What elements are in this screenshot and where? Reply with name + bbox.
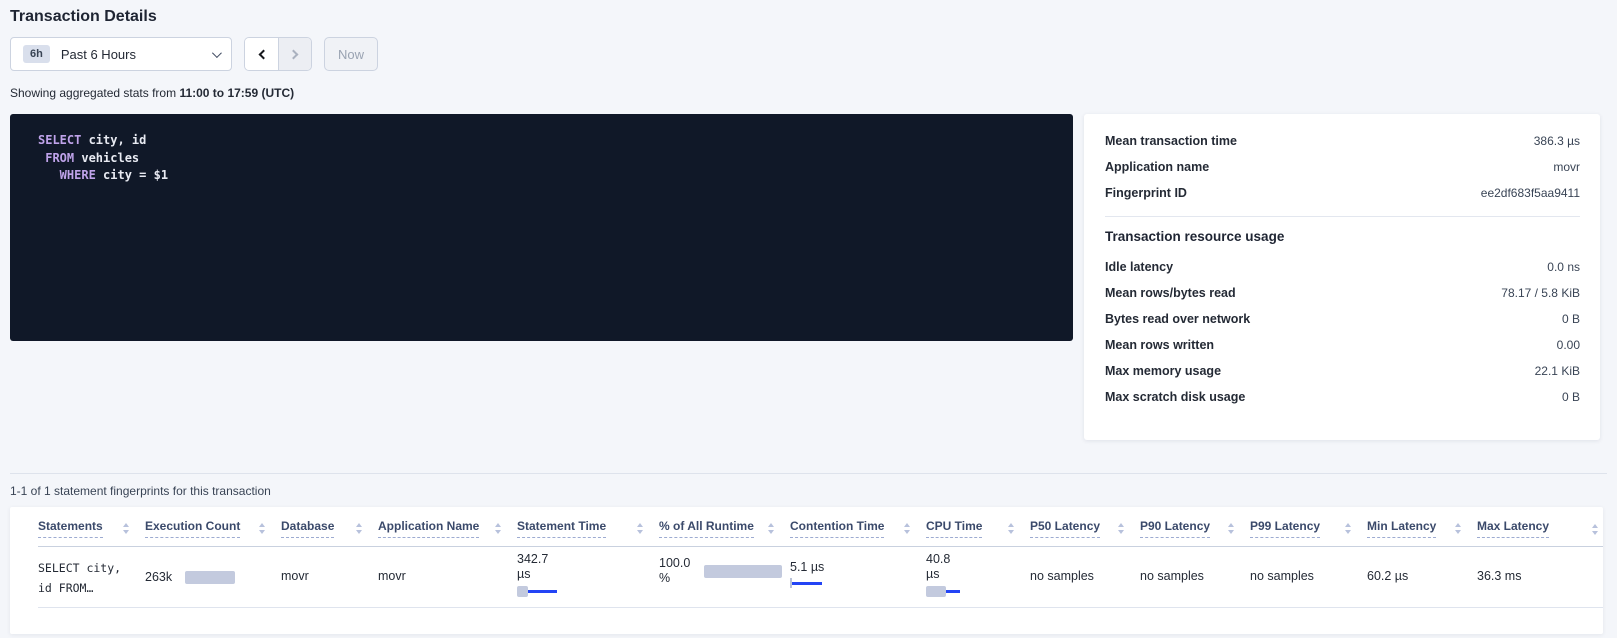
application-name-cell: movr — [378, 547, 517, 607]
summary-row-fingerprint-id: Fingerprint ID ee2df683f5aa9411 — [1105, 180, 1580, 206]
resource-row-max-scratch-disk-usage: Max scratch disk usage 0 B — [1105, 384, 1580, 410]
contention-time-cell: 5.1 µs — [790, 547, 926, 607]
transaction-details-page: Transaction Details 6h Past 6 Hours Now … — [0, 0, 1617, 634]
column-header-execution-count[interactable]: Execution Count — [145, 519, 281, 538]
column-header-contention-time[interactable]: Contention Time — [790, 519, 926, 538]
sort-icon[interactable] — [768, 523, 774, 534]
transaction-summary-card: Mean transaction time 386.3 µs Applicati… — [1084, 114, 1600, 440]
cpu-time-cell: 40.8 µs — [926, 547, 1030, 607]
chevron-right-icon — [289, 49, 299, 59]
execution-count-cell: 263k — [145, 547, 281, 607]
p90-latency-cell: no samples — [1140, 547, 1250, 607]
max-latency-cell: 36.3 ms — [1477, 547, 1590, 607]
runtime-pct-cell: 100.0 % — [659, 547, 790, 607]
sort-icon[interactable] — [495, 523, 501, 534]
sql-line: SELECT city, id — [38, 132, 1073, 150]
p99-latency-cell: no samples — [1250, 547, 1367, 607]
column-header-statements[interactable]: Statements — [38, 519, 145, 538]
table-row: SELECT city, id FROM… 263k movr movr 342… — [38, 547, 1603, 608]
time-range-badge: 6h — [23, 45, 50, 63]
time-step-buttons — [244, 37, 312, 71]
sort-icon[interactable] — [259, 523, 265, 534]
resource-row-max-memory-usage: Max memory usage 22.1 KiB — [1105, 358, 1580, 384]
resource-row-idle-latency: Idle latency 0.0 ns — [1105, 254, 1580, 280]
resource-row-mean-rows-written: Mean rows written 0.00 — [1105, 332, 1580, 358]
summary-row-application-name: Application name movr — [1105, 154, 1580, 180]
previous-interval-button[interactable] — [245, 38, 278, 70]
next-interval-button[interactable] — [278, 38, 311, 70]
statement-fingerprints-count: 1-1 of 1 statement fingerprints for this… — [10, 484, 1607, 498]
aggregation-range-prefix: Showing aggregated stats from — [10, 86, 179, 100]
aggregation-range-value: 11:00 to 17:59 (UTC) — [179, 86, 294, 100]
column-header-max-latency[interactable]: Max Latency — [1477, 519, 1590, 538]
statement-link[interactable]: SELECT city, id FROM… — [38, 547, 145, 607]
time-range-picker[interactable]: 6h Past 6 Hours — [10, 37, 232, 71]
sort-icon[interactable] — [1118, 523, 1124, 534]
column-header-database[interactable]: Database — [281, 519, 378, 538]
chevron-left-icon — [258, 49, 268, 59]
min-latency-cell: 60.2 µs — [1367, 547, 1477, 607]
p50-latency-cell: no samples — [1030, 547, 1140, 607]
sort-icon[interactable] — [904, 523, 910, 534]
statement-time-cell: 342.7 µs — [517, 547, 659, 607]
sort-icon[interactable] — [123, 523, 129, 534]
column-header-p99-latency[interactable]: P99 Latency — [1250, 519, 1367, 538]
sort-icon[interactable] — [1455, 523, 1461, 534]
section-divider — [10, 473, 1607, 474]
sql-line: WHERE city = $1 — [38, 167, 1073, 185]
database-cell: movr — [281, 547, 378, 607]
cpu-time-bar — [926, 586, 1030, 597]
contention-time-bar — [790, 578, 926, 588]
resource-usage-heading: Transaction resource usage — [1105, 229, 1580, 244]
statements-table-card: Statements Execution Count Database Appl… — [10, 507, 1603, 634]
summary-row-mean-transaction-time: Mean transaction time 386.3 µs — [1105, 128, 1580, 154]
column-header-statement-time[interactable]: Statement Time — [517, 519, 659, 538]
column-header-p50-latency[interactable]: P50 Latency — [1030, 519, 1140, 538]
now-button[interactable]: Now — [324, 37, 378, 71]
main-content: SELECT city, id FROM vehicles WHERE city… — [10, 114, 1607, 440]
chevron-down-icon — [212, 48, 222, 58]
sql-statement-box: SELECT city, id FROM vehicles WHERE city… — [10, 114, 1073, 341]
sort-icon[interactable] — [637, 523, 643, 534]
column-header-pct-of-all-runtime[interactable]: % of All Runtime — [659, 519, 790, 538]
statement-time-bar — [517, 586, 659, 597]
aggregation-range-note: Showing aggregated stats from 11:00 to 1… — [10, 86, 1607, 100]
time-range-label: Past 6 Hours — [61, 47, 136, 62]
sort-icon[interactable] — [1228, 523, 1234, 534]
card-divider — [1105, 216, 1580, 217]
column-header-p90-latency[interactable]: P90 Latency — [1140, 519, 1250, 538]
execution-count-bar — [185, 571, 235, 584]
resource-row-bytes-read-over-network: Bytes read over network 0 B — [1105, 306, 1580, 332]
column-header-application-name[interactable]: Application Name — [378, 519, 517, 538]
time-controls: 6h Past 6 Hours Now — [10, 37, 1607, 71]
column-header-min-latency[interactable]: Min Latency — [1367, 519, 1477, 538]
page-title: Transaction Details — [10, 8, 1607, 26]
sql-line: FROM vehicles — [38, 150, 1073, 168]
resource-row-mean-rows-bytes-read: Mean rows/bytes read 78.17 / 5.8 KiB — [1105, 280, 1580, 306]
sort-icon[interactable] — [356, 523, 362, 534]
column-header-cpu-time[interactable]: CPU Time — [926, 519, 1030, 538]
runtime-bar — [704, 565, 782, 578]
statements-table-header: Statements Execution Count Database Appl… — [38, 519, 1603, 547]
sort-icon[interactable] — [1592, 524, 1598, 535]
sort-icon[interactable] — [1345, 523, 1351, 534]
sort-icon[interactable] — [1008, 523, 1014, 534]
